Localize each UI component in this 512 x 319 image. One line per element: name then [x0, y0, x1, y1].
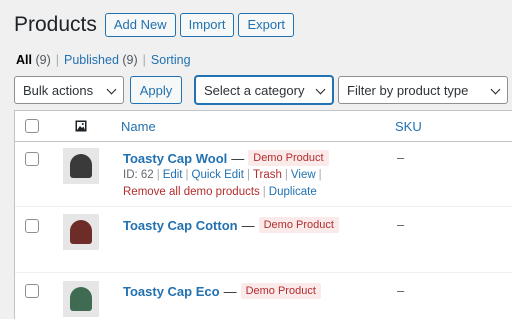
- product-name-cell: Toasty Cap Eco — Demo Product: [123, 283, 321, 299]
- add-new-button[interactable]: Add New: [104, 13, 176, 37]
- row-actions: ID: 62 | Edit | Quick Edit | Trash | View | Remov…: [123, 167, 325, 201]
- table-header: Name SKU: [15, 111, 512, 142]
- chevron-down-icon: [315, 84, 326, 95]
- table-row: Toasty Cap Eco — Demo Product –: [15, 272, 512, 319]
- product-name-link[interactable]: Toasty Cap Wool: [123, 151, 227, 166]
- products-table: Name SKU Toasty Cap Wool — Demo Product …: [14, 110, 512, 319]
- dash: —: [223, 283, 237, 299]
- published-count: (9): [122, 53, 138, 67]
- select-all-checkbox[interactable]: [25, 119, 39, 133]
- separator: |: [55, 53, 59, 67]
- product-thumbnail[interactable]: [63, 148, 99, 184]
- cap-image: [70, 220, 92, 244]
- chevron-down-icon: [490, 84, 501, 95]
- bulk-actions-select[interactable]: Bulk actions: [14, 76, 124, 104]
- product-name-link[interactable]: Toasty Cap Eco: [123, 284, 220, 299]
- sku-column-header[interactable]: SKU: [395, 119, 422, 134]
- product-thumbnail[interactable]: [63, 281, 99, 317]
- cap-image: [70, 287, 92, 311]
- row-checkbox[interactable]: [25, 152, 39, 166]
- edit-link[interactable]: Edit: [163, 169, 183, 181]
- all-count: (9): [35, 53, 51, 67]
- cap-image: [70, 154, 92, 178]
- separator: |: [284, 169, 288, 181]
- dash: —: [231, 150, 245, 166]
- demo-product-badge: Demo Product: [258, 217, 339, 233]
- import-button[interactable]: Import: [179, 13, 235, 37]
- page-title: Products: [14, 13, 97, 36]
- category-value: Select a category: [204, 82, 305, 98]
- separator: |: [156, 169, 160, 181]
- sku-value: –: [397, 217, 405, 232]
- name-column-header[interactable]: Name: [121, 119, 156, 134]
- filter-all-link[interactable]: All: [16, 53, 32, 67]
- chevron-down-icon: [106, 84, 117, 95]
- table-row: Toasty Cap Cotton — Demo Product –: [15, 206, 512, 272]
- apply-button[interactable]: Apply: [130, 76, 182, 104]
- demo-product-badge: Demo Product: [240, 283, 321, 299]
- product-type-select[interactable]: Filter by product type: [338, 76, 508, 104]
- sku-value: –: [397, 150, 405, 165]
- sku-value: –: [397, 283, 405, 298]
- product-name-link[interactable]: Toasty Cap Cotton: [123, 218, 238, 233]
- dash: —: [241, 217, 255, 233]
- status-filter-links: All (9) | Published (9) | Sorting: [16, 53, 191, 67]
- bulk-actions-value: Bulk actions: [23, 82, 94, 98]
- view-link[interactable]: View: [291, 169, 316, 181]
- separator: |: [185, 169, 189, 181]
- separator: |: [142, 53, 146, 67]
- page-header: Products Add New Import Export: [14, 10, 298, 40]
- product-name-cell: Toasty Cap Wool — Demo Product: [123, 150, 329, 166]
- sorting-link[interactable]: Sorting: [151, 53, 191, 67]
- product-name-cell: Toasty Cap Cotton — Demo Product: [123, 217, 339, 233]
- table-row: Toasty Cap Wool — Demo Product – ID: 62 |…: [15, 143, 512, 206]
- trash-link[interactable]: Trash: [253, 169, 282, 181]
- product-type-value: Filter by product type: [347, 82, 469, 98]
- filter-published-link[interactable]: Published: [64, 53, 119, 67]
- export-button[interactable]: Export: [238, 13, 295, 37]
- separator: |: [318, 169, 322, 181]
- product-id: ID: 62: [123, 169, 154, 181]
- row-checkbox[interactable]: [25, 284, 39, 298]
- separator: |: [246, 169, 250, 181]
- demo-product-badge: Demo Product: [248, 150, 329, 166]
- quick-edit-link[interactable]: Quick Edit: [192, 169, 244, 181]
- product-thumbnail[interactable]: [63, 214, 99, 250]
- separator: |: [262, 186, 266, 198]
- category-select[interactable]: Select a category: [195, 76, 333, 104]
- row-checkbox[interactable]: [25, 219, 39, 233]
- duplicate-link[interactable]: Duplicate: [269, 186, 317, 198]
- remove-demo-products-link[interactable]: Remove all demo products: [123, 186, 260, 198]
- image-column-icon: [75, 119, 87, 137]
